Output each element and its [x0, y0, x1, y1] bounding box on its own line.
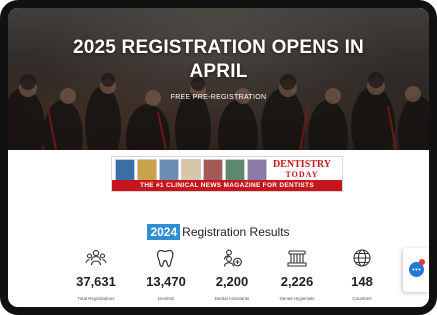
people-group-icon: [85, 249, 107, 266]
ad-brand-logo: DENTISTRY TODAY: [268, 160, 336, 180]
hero-subtitle[interactable]: FREE PRE-REGISTRATION: [8, 94, 429, 101]
magazine-covers: [115, 159, 267, 181]
ad-brand-line2: TODAY: [285, 170, 319, 179]
stat-label: Dental Assistants: [214, 296, 250, 301]
stat-label: Dentists: [157, 296, 175, 301]
magazine-cover: [159, 159, 179, 181]
stats-row: 37,631 Total Registrations 13,470 Dentis…: [66, 248, 396, 307]
results-heading: 2024 Registration Results: [8, 224, 429, 240]
magazine-cover: [181, 159, 201, 181]
stat-total-registrations: 37,631 Total Registrations: [66, 248, 126, 301]
hero-title: 2025 REGISTRATION OPENS IN APRIL: [73, 37, 364, 82]
year-badge: 2024: [147, 224, 181, 240]
stat-dental-assistants: 2,200 Dental Assistants: [202, 248, 262, 301]
dentistry-today-ad[interactable]: DENTISTRY TODAY THE #1 CLINICAL NEWS MAG…: [111, 156, 343, 192]
add-people-icon: [223, 249, 242, 267]
dental-hygiene-icon: [287, 250, 307, 267]
notification-dot: [419, 259, 425, 265]
magazine-cover: [115, 159, 135, 181]
stat-label: Total Registrations: [77, 296, 115, 301]
ad-tagline: THE #1 CLINICAL NEWS MAGAZINE FOR DENTIS…: [112, 180, 342, 191]
stat-label: Countries: [352, 296, 372, 301]
magazine-cover: [137, 159, 157, 181]
stat-countries: 148 Countries: [332, 248, 392, 301]
stat-value: 2,200: [215, 274, 249, 289]
stat-value: 148: [351, 274, 373, 289]
magazine-cover: [203, 159, 223, 181]
typing-dots-icon: [412, 268, 421, 271]
ad-brand-line1: DENTISTRY: [273, 159, 331, 170]
magazine-cover: [247, 159, 267, 181]
chat-widget-button[interactable]: [403, 248, 429, 292]
stat-value: 37,631: [76, 274, 116, 289]
stat-dentists: 13,470 Dentists: [136, 248, 196, 301]
globe-icon: [353, 249, 371, 267]
stat-dental-hygienists: 2,226 Dental Hygienists: [267, 248, 327, 301]
stat-value: 2,226: [280, 274, 314, 289]
tooth-icon: [156, 249, 174, 268]
magazine-cover: [225, 159, 245, 181]
hero-banner: 2025 REGISTRATION OPENS IN APRIL FREE PR…: [8, 8, 429, 150]
stat-label: Dental Hygienists: [279, 296, 315, 301]
results-heading-text: Registration Results: [182, 225, 290, 239]
stat-value: 13,470: [146, 274, 186, 289]
screen-frame: 2025 REGISTRATION OPENS IN APRIL FREE PR…: [0, 0, 437, 315]
